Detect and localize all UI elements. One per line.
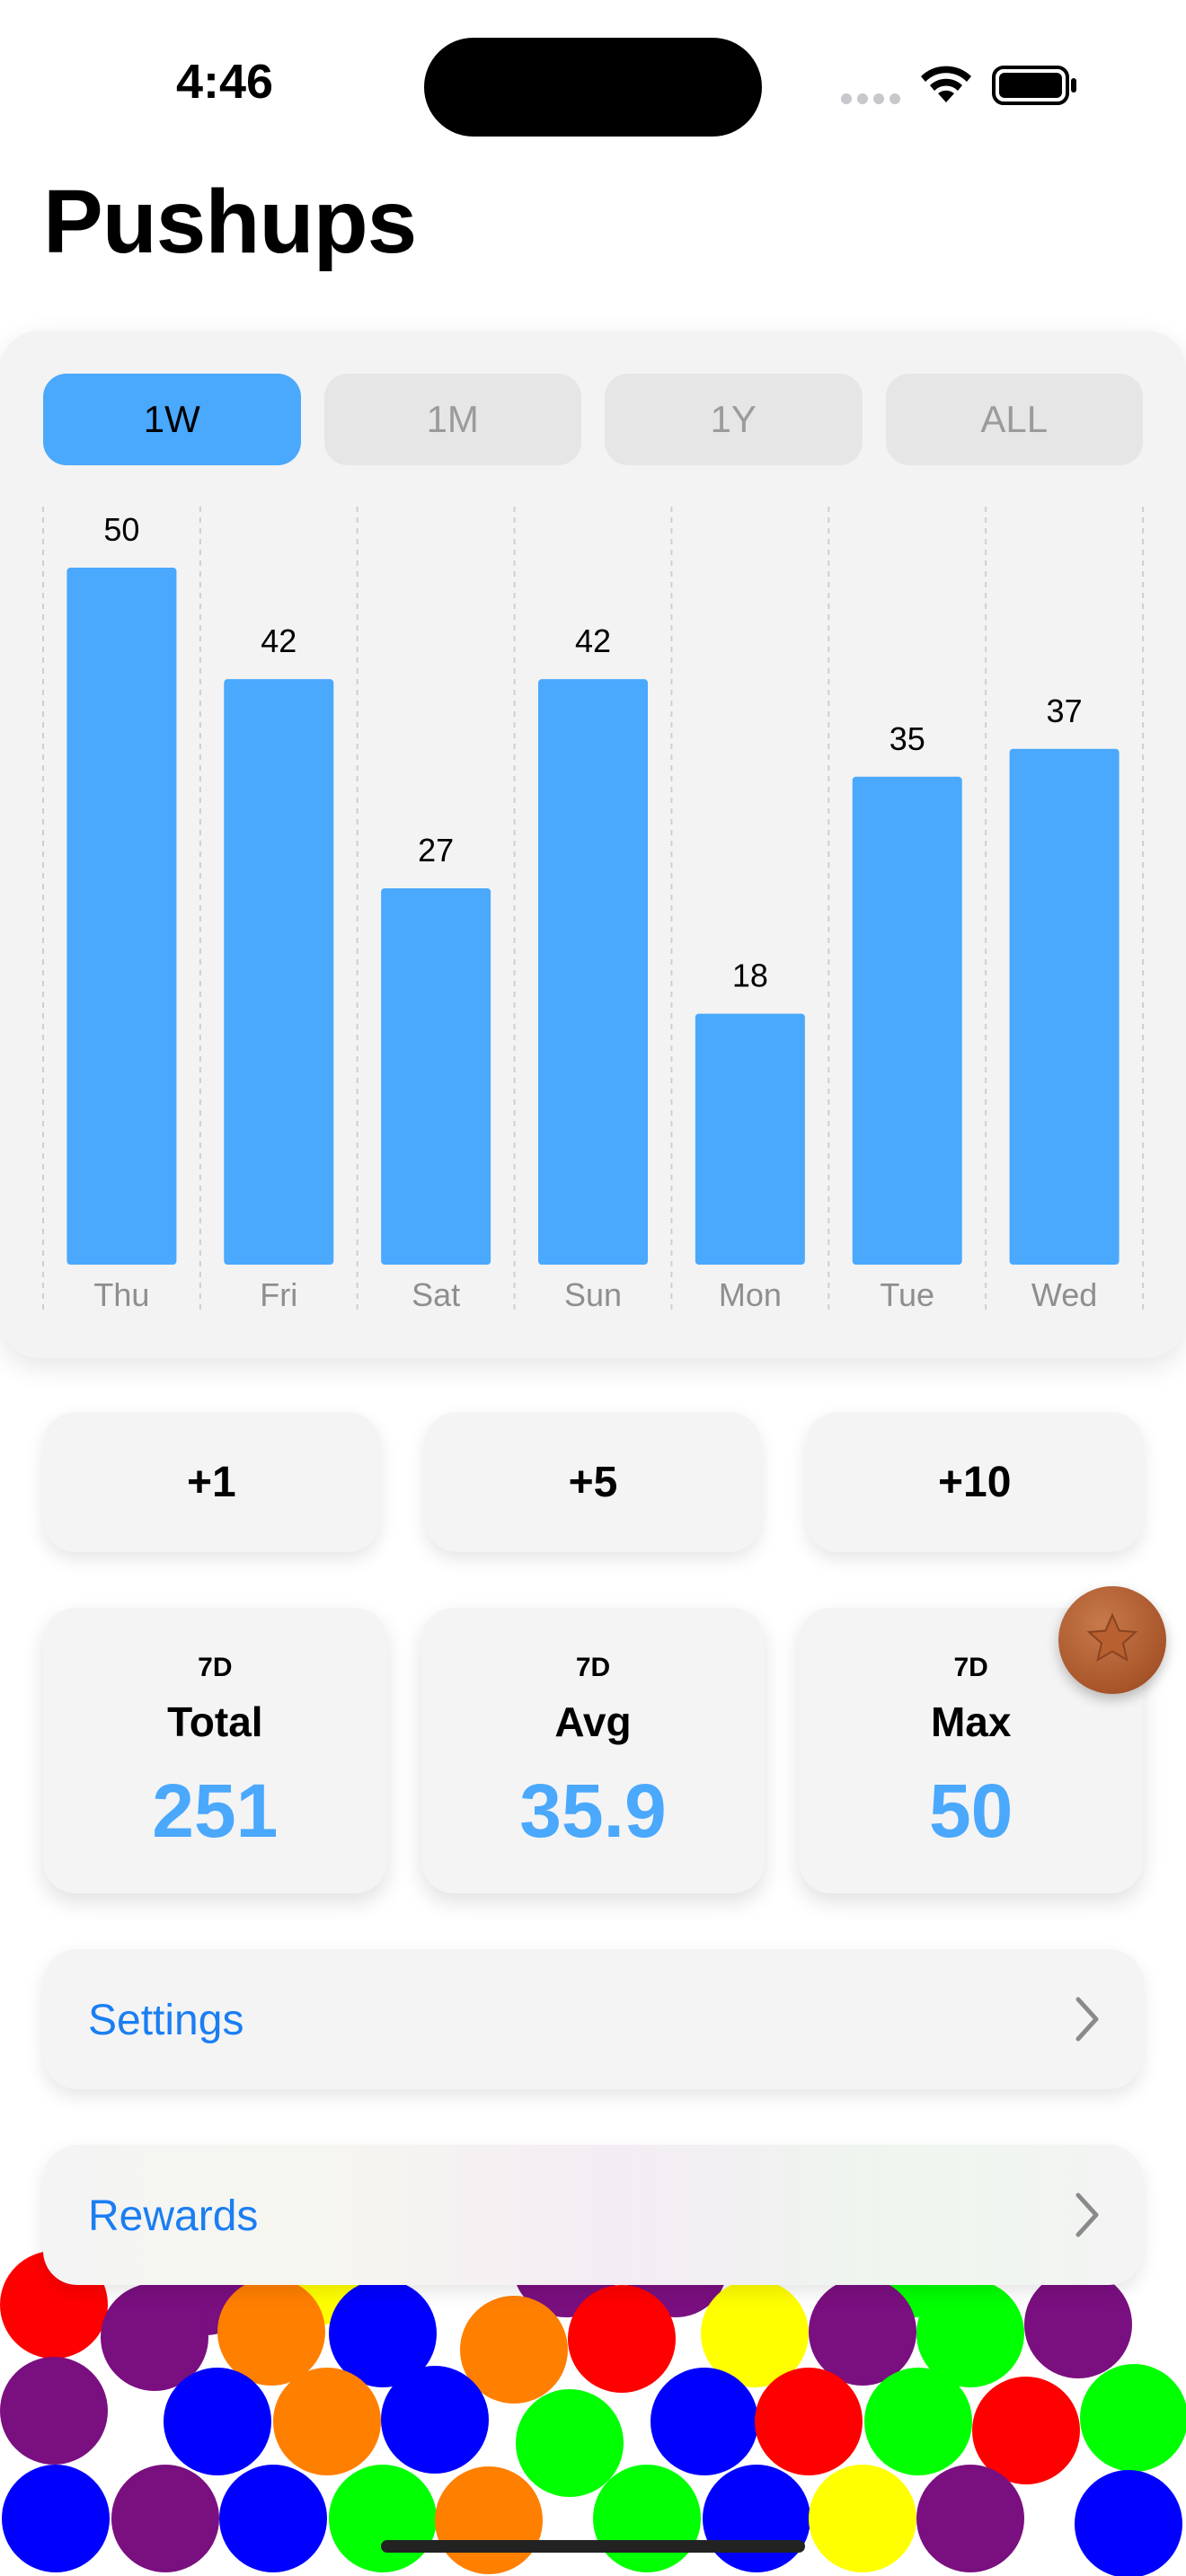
stat-card-avg: 7D Avg 35.9 bbox=[420, 1608, 766, 1893]
status-time: 4:46 bbox=[175, 55, 274, 109]
data-label: 37 bbox=[1047, 693, 1083, 729]
bar-fri[interactable] bbox=[224, 679, 334, 1265]
x-tick-label: Sun bbox=[564, 1276, 622, 1313]
data-label: 35 bbox=[890, 720, 925, 757]
settings-row[interactable]: Settings bbox=[43, 1949, 1143, 2089]
rewards-label: Rewards bbox=[88, 2192, 259, 2240]
page-title: Pushups bbox=[43, 172, 417, 272]
x-tick-label: Thu bbox=[93, 1276, 149, 1313]
chevron-right-icon bbox=[1075, 1997, 1099, 2042]
settings-label: Settings bbox=[88, 1997, 244, 2044]
stat-value: 50 bbox=[928, 1769, 1013, 1853]
data-label: 18 bbox=[732, 957, 768, 994]
wifi-icon bbox=[921, 66, 971, 102]
x-tick-label: Wed bbox=[1031, 1276, 1097, 1313]
bar-mon[interactable] bbox=[695, 1013, 805, 1265]
bar-thu[interactable] bbox=[66, 568, 177, 1265]
chevron-right-icon bbox=[1075, 2192, 1099, 2237]
x-tick-label: Sat bbox=[412, 1276, 460, 1313]
bar-sun[interactable] bbox=[538, 679, 648, 1265]
bar-wed[interactable] bbox=[1009, 748, 1120, 1265]
stats-row: 7D Total 251 7D Avg 35.9 7D Max 50 bbox=[43, 1608, 1144, 1893]
stat-period: 7D bbox=[198, 1653, 233, 1682]
stat-card-total: 7D Total 251 bbox=[43, 1608, 387, 1893]
data-label: 27 bbox=[418, 832, 454, 869]
add-5-button[interactable]: +5 bbox=[424, 1412, 762, 1552]
battery-icon bbox=[992, 66, 1076, 105]
x-tick-label: Fri bbox=[260, 1276, 297, 1313]
data-label: 42 bbox=[261, 622, 296, 659]
data-label: 50 bbox=[103, 511, 139, 548]
dynamic-island bbox=[424, 38, 762, 137]
stat-label: Avg bbox=[554, 1698, 632, 1745]
add-10-button[interactable]: +10 bbox=[806, 1412, 1144, 1552]
bar-sat[interactable] bbox=[381, 887, 491, 1265]
confetti-balls bbox=[0, 2245, 1186, 2576]
stat-value: 35.9 bbox=[519, 1769, 667, 1853]
bronze-star-badge-icon[interactable] bbox=[1058, 1586, 1166, 1694]
bar-tue[interactable] bbox=[852, 776, 962, 1265]
data-label: 42 bbox=[575, 622, 611, 659]
rewards-row[interactable]: Rewards bbox=[43, 2145, 1143, 2285]
stat-label: Max bbox=[930, 1698, 1012, 1745]
status-bar: 4:46 bbox=[0, 0, 1186, 162]
cellular-signal-icon bbox=[841, 93, 900, 104]
bar-chart: 50 Thu 42 Fri 27 Sat 42 Sun 18 Mon 35 Tue 37 Wed bbox=[42, 507, 1144, 1313]
add-1-button[interactable]: +1 bbox=[43, 1412, 380, 1552]
star-icon bbox=[1086, 1612, 1138, 1663]
stat-label: Total bbox=[167, 1698, 263, 1745]
x-tick-label: Tue bbox=[880, 1276, 934, 1313]
chart-card: 1W 1M 1Y ALL 50 Thu 42 Fri 27 Sat 42 Sun 18 Mon 35… bbox=[0, 331, 1186, 1358]
stat-period: 7D bbox=[575, 1653, 611, 1682]
stat-value: 251 bbox=[152, 1769, 279, 1853]
x-tick-label: Mon bbox=[719, 1276, 782, 1313]
home-indicator[interactable] bbox=[381, 2540, 805, 2553]
add-buttons-row: +1 +5 +10 bbox=[43, 1412, 1144, 1552]
